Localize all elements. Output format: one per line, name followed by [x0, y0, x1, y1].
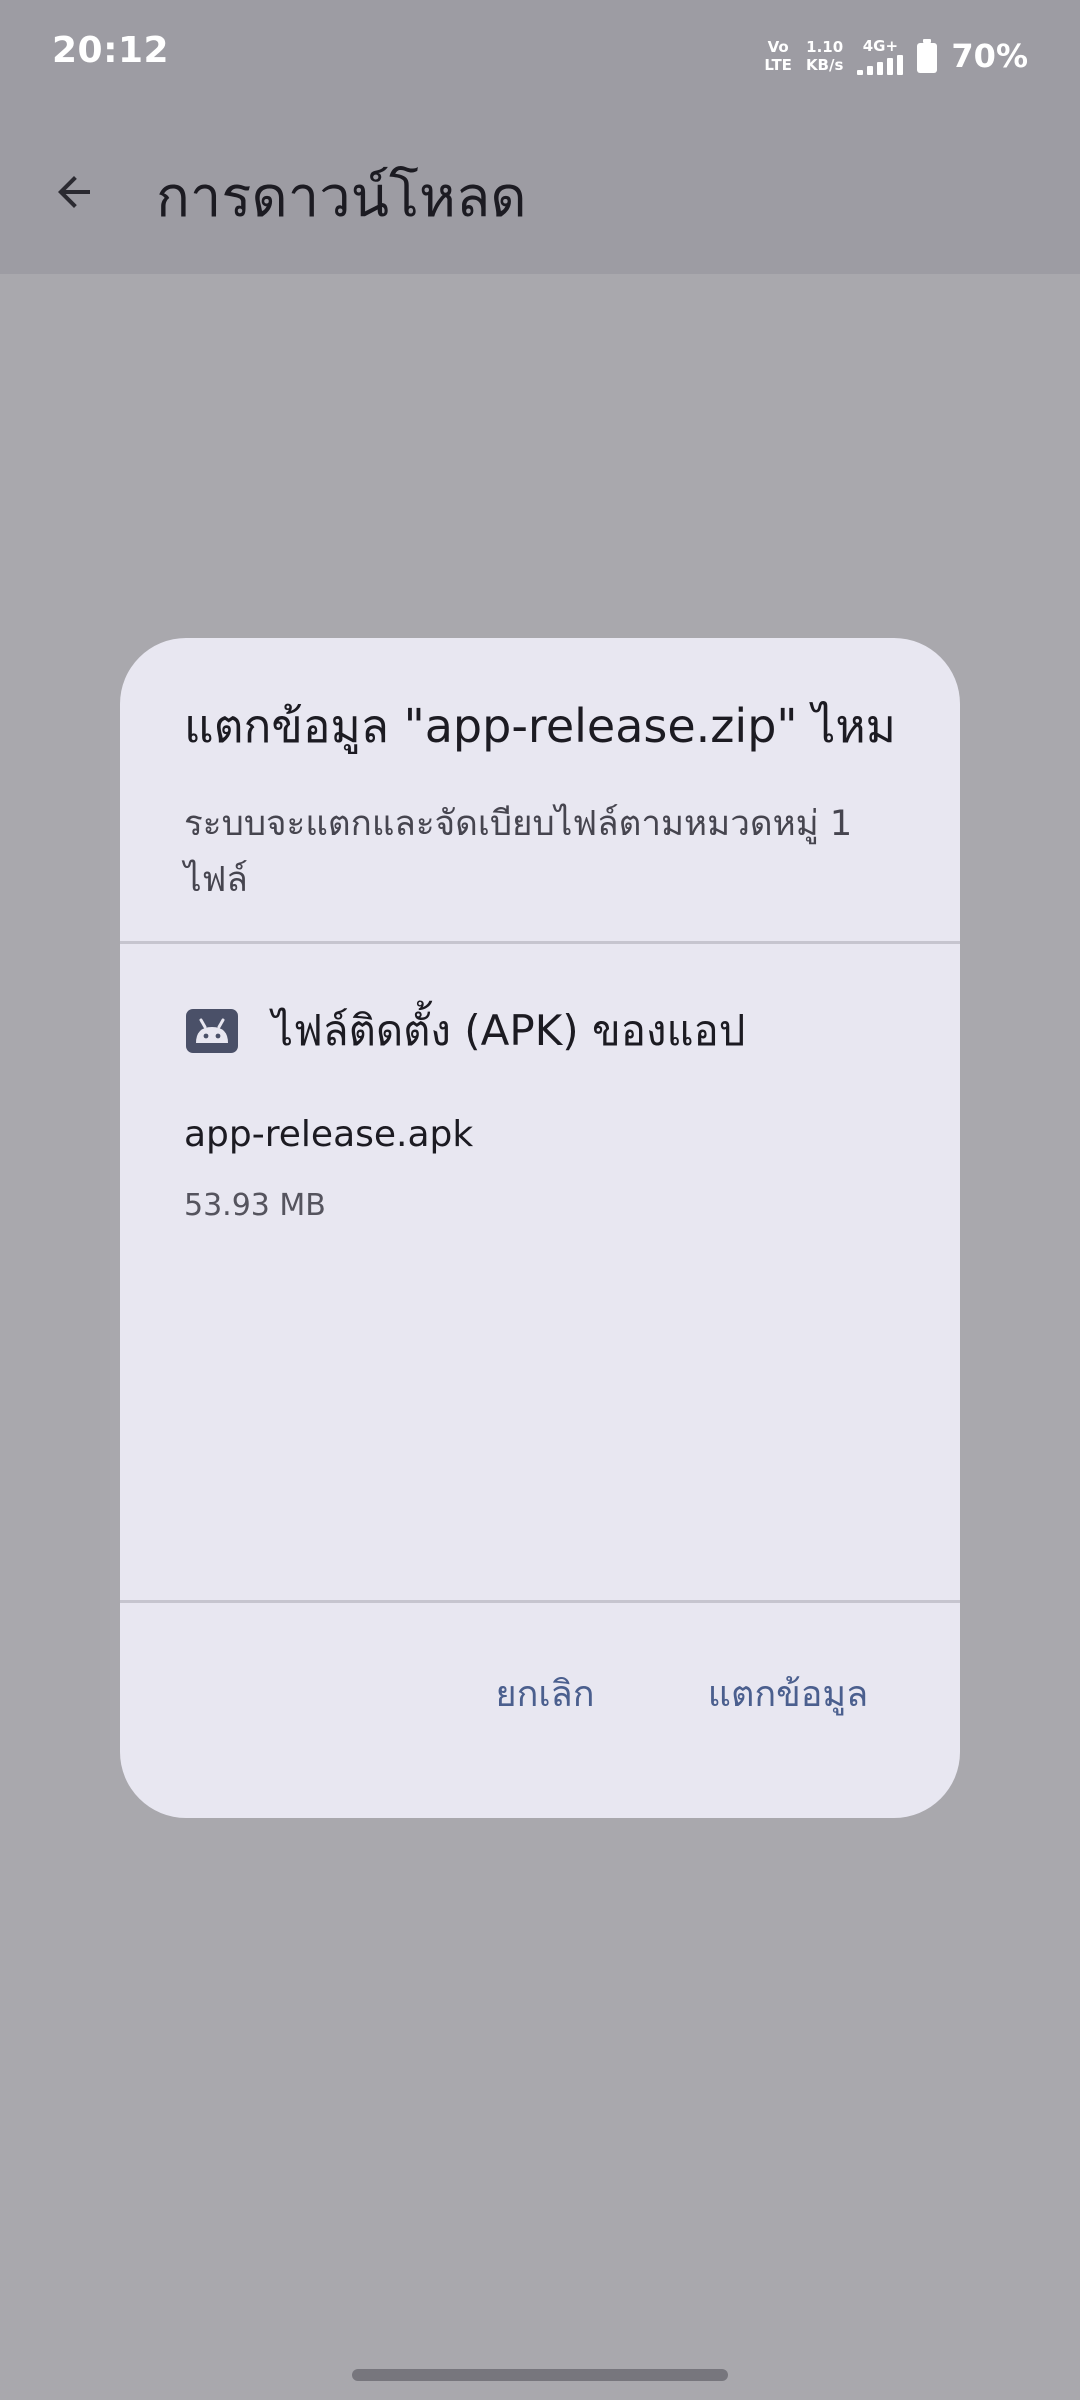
dialog-title: แตกข้อมูล "app-release.zip" ไหม	[184, 699, 896, 753]
network-speed-value: 1.10	[806, 38, 844, 56]
dialog-actions: ยกเลิก แตกข้อมูล	[120, 1603, 960, 1818]
file-name: app-release.apk	[184, 1114, 474, 1155]
volte-bottom-label: LTE	[764, 56, 792, 74]
app-bar: การดาวน์โหลด	[0, 112, 1080, 274]
category-label: ไฟล์ติดตั้ง (APK) ของแอป	[272, 1006, 746, 1055]
dialog-message: ระบบจะแตกและจัดเบียบไฟล์ตามหมวดหมู่ 1 ไฟ…	[184, 804, 853, 900]
signal-icon	[857, 55, 904, 75]
gesture-nav-bar[interactable]	[352, 2369, 728, 2381]
file-size: 53.93 MB	[184, 1188, 326, 1223]
extract-dialog: แตกข้อมูล "app-release.zip" ไหม ระบบจะแต…	[120, 638, 960, 1818]
cancel-button[interactable]: ยกเลิก	[470, 1655, 620, 1731]
battery-percent: 70%	[951, 37, 1028, 75]
page-title: การดาวน์โหลด	[156, 165, 527, 230]
status-icons: Vo LTE 1.10 KB/s 4G+ 70%	[764, 34, 1028, 78]
network-speed-unit: KB/s	[805, 56, 844, 74]
back-button[interactable]	[36, 154, 112, 230]
arrow-back-icon	[58, 176, 90, 208]
dialog-header: แตกข้อมูล "app-release.zip" ไหม ระบบจะแต…	[120, 638, 960, 942]
volte-top-label: Vo	[767, 38, 789, 56]
file-category: ไฟล์ติดตั้ง (APK) ของแอป	[184, 996, 745, 1066]
battery-icon	[917, 39, 938, 73]
divider-top	[120, 941, 960, 944]
volte-icon: Vo LTE	[764, 38, 792, 74]
signal-group: 4G+	[857, 37, 904, 75]
status-time: 20:12	[52, 30, 170, 71]
android-icon	[184, 1007, 240, 1055]
network-type-label: 4G+	[862, 37, 899, 55]
status-bar: 20:12 Vo LTE 1.10 KB/s 4G+ 70%	[0, 0, 1080, 112]
extract-button[interactable]: แตกข้อมูล	[680, 1655, 896, 1731]
network-speed: 1.10 KB/s	[806, 38, 843, 74]
